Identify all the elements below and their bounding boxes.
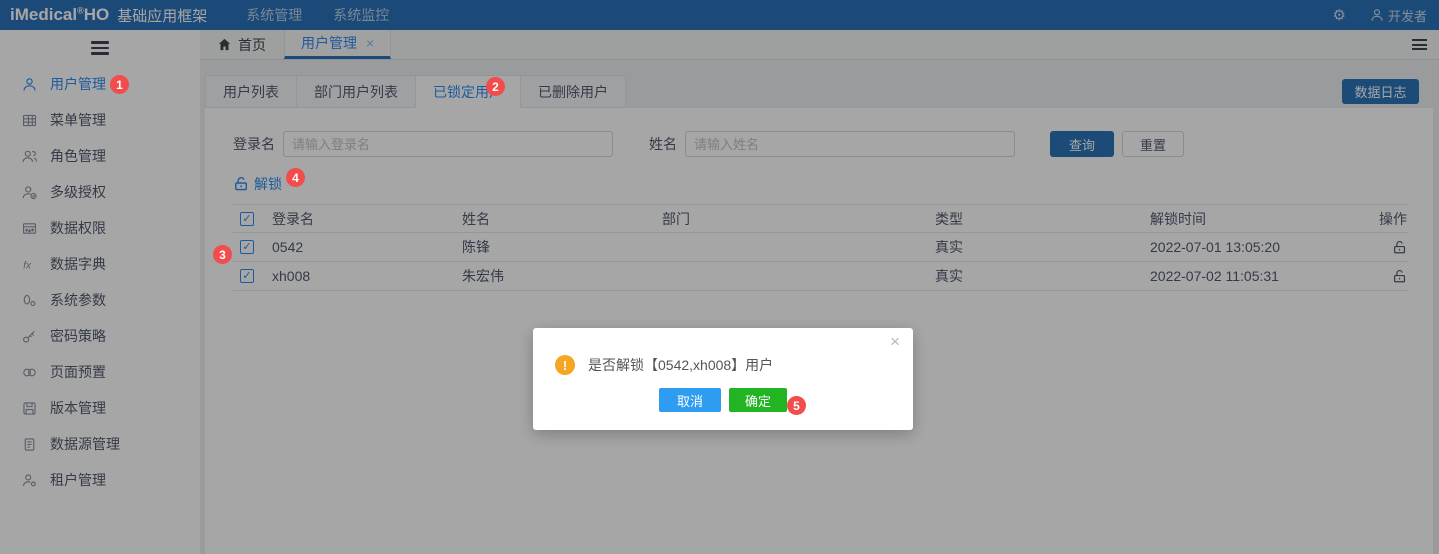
confirm-unlock-dialog: × ! 是否解锁【0542,xh008】用户 取消 确定	[533, 328, 913, 430]
warning-icon: !	[555, 355, 575, 375]
dialog-close-icon[interactable]: ×	[890, 332, 900, 352]
modal-overlay	[0, 0, 1439, 554]
dialog-body: ! 是否解锁【0542,xh008】用户	[533, 328, 913, 375]
confirm-button[interactable]: 确定	[729, 388, 787, 412]
cancel-button[interactable]: 取消	[659, 388, 721, 412]
dialog-message: 是否解锁【0542,xh008】用户	[588, 355, 773, 375]
annotation-badge-3: 3	[213, 245, 232, 264]
annotation-badge-2: 2	[486, 77, 505, 96]
dialog-footer: 取消 确定	[533, 388, 913, 412]
annotation-badge-5: 5	[787, 396, 806, 415]
annotation-badge-4: 4	[286, 168, 305, 187]
annotation-badge-1: 1	[110, 75, 129, 94]
